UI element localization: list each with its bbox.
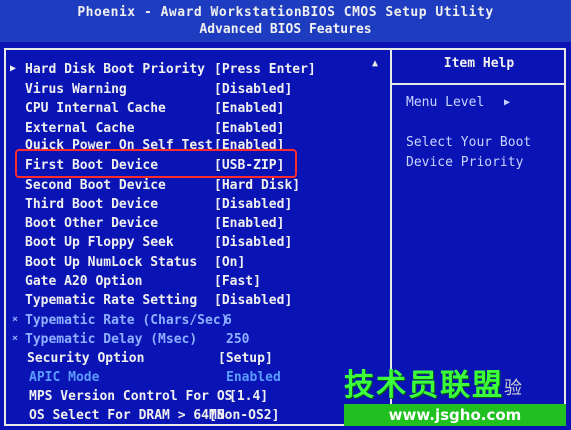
setting-value[interactable]: [On]	[214, 255, 245, 270]
setting-value[interactable]: [Fast]	[214, 274, 261, 289]
setting-label: Security Option	[27, 351, 145, 366]
setting-label: Gate A20 Option	[25, 274, 143, 289]
item-help-text: Select Your Boot Device Priority	[406, 135, 532, 170]
setting-third-boot-device[interactable]: Third Boot Device [Disabled]	[0, 197, 390, 215]
setting-value[interactable]: [1.4]	[229, 389, 268, 404]
app-title: Phoenix - Award WorkstationBIOS CMOS Set…	[77, 5, 494, 20]
setting-apic-mode: APIC Mode Enabled	[0, 370, 390, 388]
setting-value: Enabled	[226, 370, 281, 385]
item-help-title: Item Help	[443, 56, 515, 71]
setting-label: CPU Internal Cache	[25, 101, 166, 116]
setting-label: Boot Up Floppy Seek	[25, 235, 174, 250]
setting-value[interactable]: [Setup]	[218, 351, 273, 366]
setting-label: Third Boot Device	[25, 197, 159, 212]
setting-second-boot-device[interactable]: Second Boot Device [Hard Disk]	[0, 178, 390, 196]
setting-typematic-rate[interactable]: × Typematic Rate (Chars/Sec) 6	[0, 313, 390, 331]
setting-value[interactable]: [Hard Disk]	[214, 178, 300, 193]
setting-boot-up-floppy-seek[interactable]: Boot Up Floppy Seek [Disabled]	[0, 235, 390, 253]
setting-boot-other-device[interactable]: Boot Other Device [Enabled]	[0, 216, 390, 234]
setting-value[interactable]: 250	[226, 332, 249, 347]
setting-value[interactable]: [Disabled]	[214, 235, 292, 250]
setting-os-select-for-dram[interactable]: OS Select For DRAM > 64MB [Non-OS2]	[0, 408, 390, 426]
watermark-url: www.jsgho.com	[344, 404, 566, 426]
page-title: Advanced BIOS Features	[199, 22, 372, 37]
setting-label: OS Select For DRAM > 64MB	[29, 408, 225, 423]
setting-cpu-internal-cache[interactable]: CPU Internal Cache [Enabled]	[0, 101, 390, 119]
setting-value[interactable]: [Enabled]	[214, 216, 284, 231]
submenu-arrow-icon: ▶	[10, 63, 17, 74]
setting-value[interactable]: [Non-OS2]	[209, 408, 279, 423]
setting-label: APIC Mode	[29, 370, 100, 385]
dependent-item-icon: ×	[12, 314, 19, 325]
setting-value[interactable]: [Enabled]	[214, 101, 284, 116]
setting-external-cache[interactable]: External Cache [Enabled]	[0, 121, 390, 139]
setting-value[interactable]: 6	[224, 313, 232, 328]
setting-virus-warning[interactable]: Virus Warning [Disabled]	[0, 82, 390, 100]
setting-value[interactable]: [Disabled]	[214, 197, 292, 212]
setting-label: Virus Warning	[25, 81, 127, 97]
menu-level-arrow-icon: ▶	[504, 97, 511, 108]
dependent-item-icon: ×	[12, 333, 19, 344]
setting-mps-version-control[interactable]: MPS Version Control For OS [1.4]	[0, 389, 390, 407]
setting-boot-up-numlock-status[interactable]: Boot Up NumLock Status [On]	[0, 255, 390, 273]
setting-value[interactable]: [Enabled]	[214, 121, 284, 136]
setting-typematic-delay[interactable]: × Typematic Delay (Msec) 250	[0, 332, 390, 350]
watermark: 技术员联盟 验 www.jsgho.com	[344, 360, 570, 430]
setting-label: Typematic Delay (Msec)	[25, 332, 198, 347]
setting-value[interactable]: [Press Enter]	[214, 62, 316, 77]
menu-level-label: Menu Level	[406, 95, 485, 110]
watermark-logo-text: 技术员联盟	[344, 368, 504, 403]
setting-label: Typematic Rate Setting	[25, 293, 198, 308]
setting-security-option[interactable]: Security Option [Setup]	[0, 351, 390, 369]
setting-hard-disk-boot-priority[interactable]: ▶ Hard Disk Boot Priority [Press Enter]	[0, 62, 390, 80]
setting-gate-a20-option[interactable]: Gate A20 Option [Fast]	[0, 274, 390, 292]
title-bar: Phoenix - Award WorkstationBIOS CMOS Set…	[0, 0, 571, 42]
setting-label: MPS Version Control For OS	[29, 389, 233, 404]
watermark-extra-text: 验	[504, 378, 522, 399]
setting-label: External Cache	[25, 120, 135, 136]
setting-label: Hard Disk Boot Priority	[25, 62, 206, 77]
setting-label: Typematic Rate (Chars/Sec)	[25, 313, 229, 328]
setting-label: Second Boot Device	[25, 178, 166, 193]
selected-item-highlight	[15, 149, 297, 178]
setting-value[interactable]: [Disabled]	[214, 82, 292, 97]
setting-value[interactable]: [Disabled]	[214, 293, 292, 308]
setting-label: Boot Other Device	[25, 216, 159, 231]
setting-label: Boot Up NumLock Status	[25, 255, 198, 270]
setting-typematic-rate-setting[interactable]: Typematic Rate Setting [Disabled]	[0, 293, 390, 311]
help-divider	[392, 83, 566, 85]
